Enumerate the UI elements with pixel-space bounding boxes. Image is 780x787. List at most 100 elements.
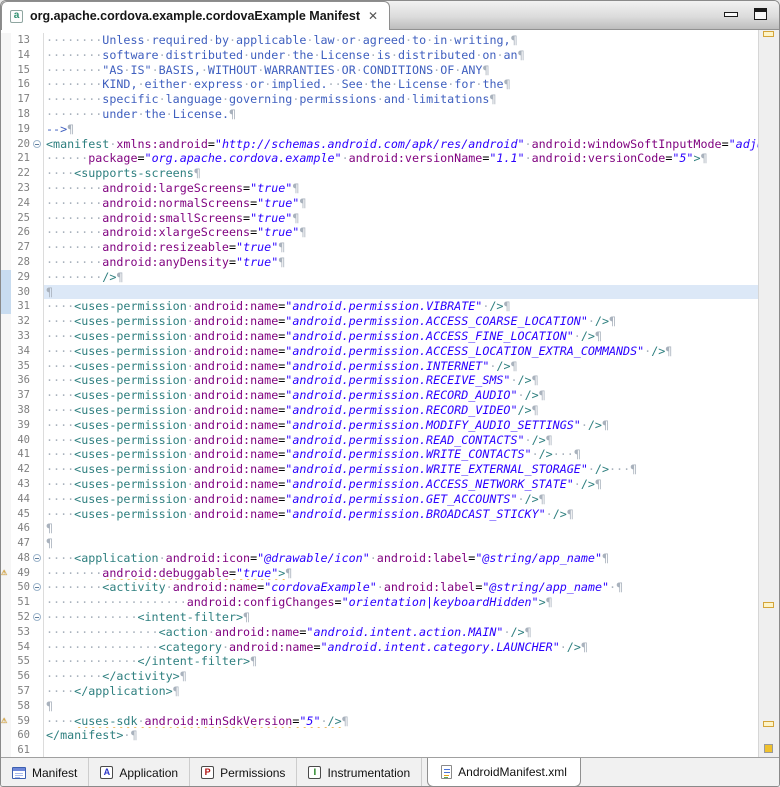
line-number[interactable]: 31	[11, 299, 32, 314]
code-text[interactable]: <manifest·xmlns:android="http://schemas.…	[44, 137, 758, 152]
code-text[interactable]: ········Unless·required·by·applicable·la…	[44, 33, 758, 48]
page-tab-instrumentation[interactable]: IInstrumentation	[297, 758, 422, 787]
code-text[interactable]: ········<activity·android:name="cordovaE…	[44, 580, 758, 595]
fold-collapse-icon[interactable]	[33, 554, 41, 562]
code-text[interactable]: ····<uses-permission·android:name="andro…	[44, 373, 758, 388]
line-number[interactable]: 61	[11, 743, 32, 757]
code-text[interactable]: ····<uses-permission·android:name="andro…	[44, 314, 758, 329]
line-number[interactable]: 39	[11, 418, 32, 433]
line-number[interactable]: 56	[11, 669, 32, 684]
line-number[interactable]: 58	[11, 699, 32, 714]
overview-ruler[interactable]	[758, 30, 779, 757]
code-text[interactable]: ········android:normalScreens="true"¶	[44, 196, 758, 211]
warning-marker[interactable]	[763, 602, 774, 608]
page-tab-permissions[interactable]: PPermissions	[190, 758, 297, 787]
line-number[interactable]: 22	[11, 166, 32, 181]
line-number[interactable]: 42	[11, 462, 32, 477]
line-number[interactable]: 48	[11, 551, 32, 566]
line-number[interactable]: 28	[11, 255, 32, 270]
code-text[interactable]: ········android:largeScreens="true"¶	[44, 181, 758, 196]
code-text[interactable]: ········under·the·License.¶	[44, 107, 758, 122]
warning-icon-gutter[interactable]: ⚠	[1, 714, 11, 729]
code-text[interactable]: ······package="org.apache.cordova.exampl…	[44, 151, 758, 166]
line-number[interactable]: 17	[11, 92, 32, 107]
code-text[interactable]: ·············<intent-filter>¶	[44, 610, 758, 625]
code-text[interactable]	[44, 743, 758, 757]
maximize-icon[interactable]	[754, 8, 767, 20]
code-text[interactable]: -->¶	[44, 122, 758, 137]
code-text[interactable]: ·············</intent-filter>¶	[44, 654, 758, 669]
line-number[interactable]: 26	[11, 225, 32, 240]
line-number[interactable]: 49	[11, 566, 32, 581]
code-text[interactable]: ················<category·android:name="…	[44, 640, 758, 655]
warning-icon-gutter[interactable]: ⚠	[1, 566, 11, 581]
line-number[interactable]: 47	[11, 536, 32, 551]
line-number[interactable]: 16	[11, 77, 32, 92]
page-tab-manifest[interactable]: Manifest	[1, 758, 89, 787]
line-number[interactable]: 51	[11, 595, 32, 610]
line-number[interactable]: 20	[11, 137, 32, 152]
line-number[interactable]: 41	[11, 447, 32, 462]
line-number[interactable]: 32	[11, 314, 32, 329]
line-number[interactable]: 33	[11, 329, 32, 344]
fold-gutter[interactable]	[32, 137, 44, 152]
line-number[interactable]: 21	[11, 151, 32, 166]
warning-marker[interactable]	[763, 31, 774, 37]
code-text[interactable]: ········android:resizeable="true"¶	[44, 240, 758, 255]
code-text[interactable]: ¶	[44, 285, 758, 300]
code-text[interactable]: ····<uses-permission·android:name="andro…	[44, 492, 758, 507]
editor-tab[interactable]: a org.apache.cordova.example.cordovaExam…	[1, 1, 390, 30]
code-text[interactable]: ········software·distributed·under·the·L…	[44, 48, 758, 63]
line-number[interactable]: 36	[11, 373, 32, 388]
line-number[interactable]: 54	[11, 640, 32, 655]
code-text[interactable]: ········android:smallScreens="true"¶	[44, 211, 758, 226]
code-text[interactable]: ········android:debuggable="true">¶	[44, 566, 758, 581]
code-text[interactable]: ¶	[44, 536, 758, 551]
page-tab-androidmanifest-xml[interactable]: AndroidManifest.xml	[427, 758, 581, 787]
line-number[interactable]: 60	[11, 728, 32, 743]
line-number[interactable]: 45	[11, 507, 32, 522]
line-number[interactable]: 35	[11, 359, 32, 374]
code-text[interactable]: ········KIND,·either·express·or·implied.…	[44, 77, 758, 92]
code-text[interactable]: ········"AS·IS"·BASIS,·WITHOUT·WARRANTIE…	[44, 63, 758, 78]
code-text[interactable]: ····<uses-permission·android:name="andro…	[44, 447, 758, 462]
warning-marker[interactable]	[763, 721, 774, 727]
line-number[interactable]: 30	[11, 285, 32, 300]
line-number[interactable]: 59	[11, 714, 32, 729]
code-text[interactable]: ········android:anyDensity="true"¶	[44, 255, 758, 270]
code-text[interactable]: ····<uses-sdk·android:minSdkVersion="5"·…	[44, 714, 758, 729]
code-text[interactable]: ····<uses-permission·android:name="andro…	[44, 433, 758, 448]
line-number[interactable]: 25	[11, 211, 32, 226]
code-text[interactable]: ····<uses-permission·android:name="andro…	[44, 344, 758, 359]
code-text[interactable]: ····<uses-permission·android:name="andro…	[44, 329, 758, 344]
code-text[interactable]: ····<uses-permission·android:name="andro…	[44, 462, 758, 477]
line-number[interactable]: 37	[11, 388, 32, 403]
warning-marker[interactable]	[764, 744, 773, 753]
code-text[interactable]: ········specific·language·governing·perm…	[44, 92, 758, 107]
line-number[interactable]: 43	[11, 477, 32, 492]
fold-gutter[interactable]	[32, 551, 44, 566]
line-number[interactable]: 44	[11, 492, 32, 507]
code-text[interactable]: ····<uses-permission·android:name="andro…	[44, 388, 758, 403]
line-number[interactable]: 40	[11, 433, 32, 448]
code-text[interactable]: </manifest>·¶	[44, 728, 758, 743]
code-text[interactable]: ····················android:configChange…	[44, 595, 758, 610]
code-text[interactable]: ····<uses-permission·android:name="andro…	[44, 299, 758, 314]
line-number[interactable]: 53	[11, 625, 32, 640]
code-text[interactable]: ¶	[44, 521, 758, 536]
line-number[interactable]: 15	[11, 63, 32, 78]
code-text[interactable]: ¶	[44, 699, 758, 714]
line-number[interactable]: 38	[11, 403, 32, 418]
line-number[interactable]: 23	[11, 181, 32, 196]
code-text[interactable]: ········/>¶	[44, 270, 758, 285]
code-text[interactable]: ················<action·android:name="an…	[44, 625, 758, 640]
line-number[interactable]: 13	[11, 33, 32, 48]
line-number[interactable]: 24	[11, 196, 32, 211]
code-text[interactable]: ····<uses-permission·android:name="andro…	[44, 507, 758, 522]
line-number[interactable]: 52	[11, 610, 32, 625]
page-tab-application[interactable]: AApplication	[89, 758, 190, 787]
minimize-icon[interactable]	[724, 12, 738, 17]
code-text[interactable]: ····</application>¶	[44, 684, 758, 699]
line-number[interactable]: 57	[11, 684, 32, 699]
line-number[interactable]: 29	[11, 270, 32, 285]
